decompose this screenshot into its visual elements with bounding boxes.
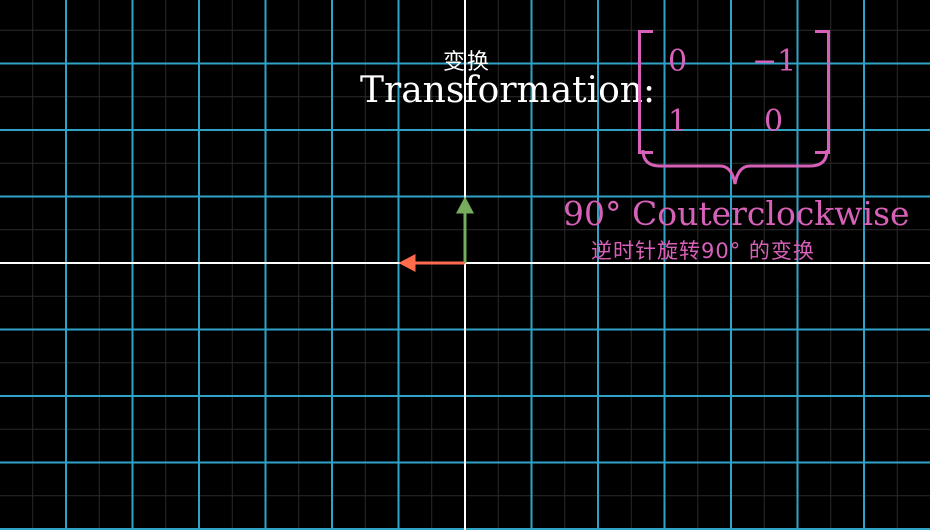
vector-i-hat-arrowhead (398, 254, 416, 272)
matrix-cell-r2c2: 0 (764, 104, 784, 139)
transformation-matrix: 0 −1 1 0 (638, 30, 830, 154)
matrix-cell-r1c2: −1 (752, 44, 797, 79)
title-english: Transformation: (360, 70, 656, 111)
vector-j-hat-arrowhead (456, 196, 474, 214)
caption-chinese: 逆时针旋转90° 的变换 (591, 239, 815, 263)
matrix-underbrace (641, 149, 829, 185)
matrix-cell-r2c1: 1 (668, 104, 688, 139)
matrix-left-bracket (638, 30, 653, 154)
transformation-diagram: 变换 Transformation: 0 −1 1 0 90° Coutercl… (0, 0, 930, 530)
matrix-right-bracket (815, 30, 830, 154)
matrix-cell-r1c1: 0 (668, 44, 688, 79)
basis-vectors (398, 196, 474, 272)
caption-english: 90° Couterclockwise (563, 194, 910, 233)
